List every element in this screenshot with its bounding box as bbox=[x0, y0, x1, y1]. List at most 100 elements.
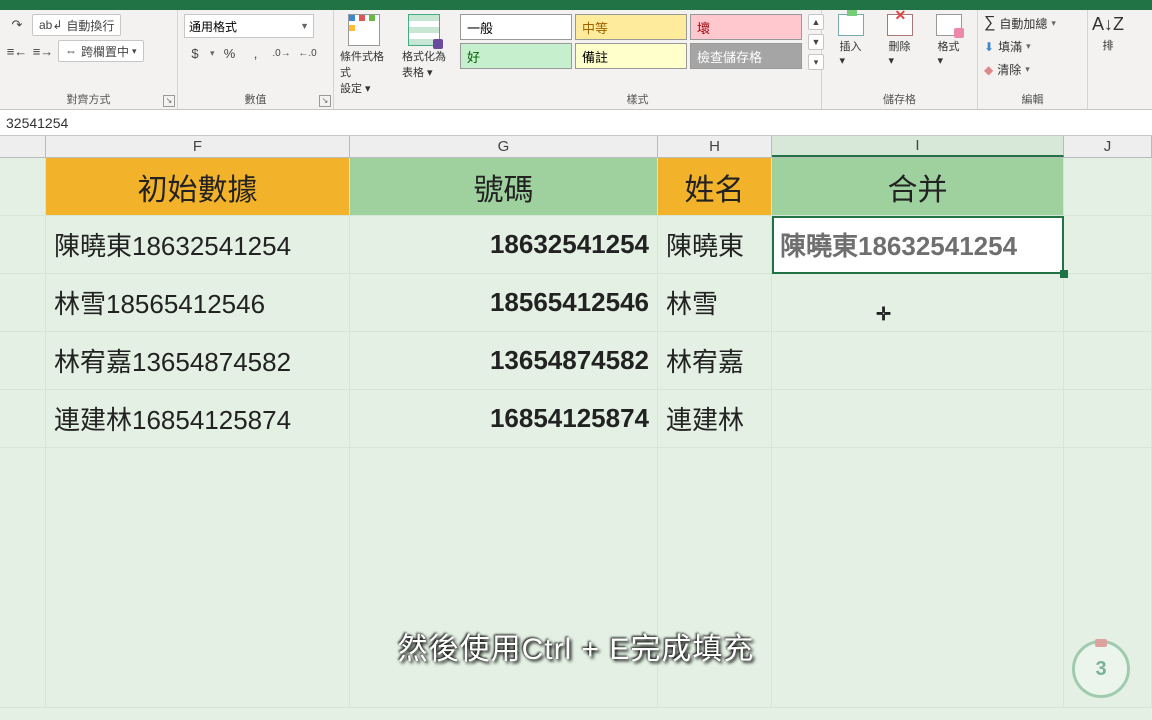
colhead-I[interactable]: I bbox=[772, 136, 1064, 157]
style-note[interactable]: 備註 bbox=[575, 43, 687, 69]
ribbon-label-editing: 編輯 bbox=[984, 88, 1081, 107]
decrease-indent-icon[interactable]: ≡← bbox=[6, 40, 28, 62]
table-row: 林宥嘉13654874582 13654874582 林宥嘉 bbox=[0, 332, 1152, 390]
style-check[interactable]: 檢查儲存格 bbox=[690, 43, 802, 69]
cell-name[interactable]: 陳曉東 bbox=[658, 216, 772, 274]
header-initial[interactable]: 初始數據 bbox=[46, 158, 350, 216]
ribbon-group-sort: A↓Z 排 bbox=[1088, 10, 1118, 109]
alignment-dialog-launcher[interactable]: ↘ bbox=[163, 95, 175, 107]
watermark-badge: 3 bbox=[1072, 640, 1130, 698]
row-gutter[interactable] bbox=[0, 332, 46, 390]
cell-number[interactable]: 18565412546 bbox=[350, 274, 658, 332]
style-normal[interactable]: 一般 bbox=[460, 14, 572, 40]
formula-bar-value: 32541254 bbox=[6, 115, 68, 131]
style-bad[interactable]: 壞 bbox=[690, 14, 802, 40]
cell[interactable] bbox=[1064, 216, 1152, 274]
ribbon-group-cells: 插入▾ 刪除▾ 格式▾ 儲存格 bbox=[822, 10, 978, 109]
ribbon-group-fmtastable: 格式化為表格 ▾ bbox=[394, 10, 454, 109]
fill-handle[interactable] bbox=[1060, 270, 1068, 278]
chevron-down-icon: ▼ bbox=[300, 21, 309, 31]
ribbon-label-alignment: 對齊方式 bbox=[6, 88, 171, 107]
app-menubar bbox=[0, 0, 1152, 10]
row-gutter[interactable] bbox=[0, 216, 46, 274]
conditional-formatting-icon bbox=[348, 14, 380, 46]
cell-name[interactable]: 連建林 bbox=[658, 390, 772, 448]
colhead-H[interactable]: H bbox=[658, 136, 772, 157]
cell-merge[interactable]: 陳曉東18632541254 bbox=[772, 216, 1064, 274]
header-name[interactable]: 姓名 bbox=[658, 158, 772, 216]
format-as-table-button[interactable]: 格式化為表格 ▾ bbox=[400, 14, 448, 80]
cell-number[interactable]: 16854125874 bbox=[350, 390, 658, 448]
row-gutter[interactable] bbox=[0, 274, 46, 332]
format-cells-button[interactable]: 格式▾ bbox=[926, 14, 971, 67]
cell[interactable] bbox=[1064, 274, 1152, 332]
conditional-formatting-button[interactable]: 條件式格式設定 ▾ bbox=[340, 14, 388, 96]
cell-number[interactable]: 18632541254 bbox=[350, 216, 658, 274]
cell-styles-gallery[interactable]: 一般 中等 壞 好 備註 檢查儲存格 bbox=[460, 14, 802, 69]
colhead-J[interactable]: J bbox=[1064, 136, 1152, 157]
empty-rows[interactable] bbox=[0, 448, 1152, 708]
style-good[interactable]: 好 bbox=[460, 43, 572, 69]
number-format-select[interactable]: 通用格式▼ bbox=[184, 14, 314, 38]
delete-cells-icon bbox=[887, 14, 913, 36]
insert-cells-button[interactable]: 插入▾ bbox=[828, 14, 873, 67]
formula-bar[interactable]: 32541254 bbox=[0, 110, 1152, 136]
merge-center-button[interactable]: ⇔跨欄置中▾ bbox=[58, 40, 144, 62]
cell-initial[interactable]: 林宥嘉13654874582 bbox=[46, 332, 350, 390]
colhead-F[interactable]: F bbox=[46, 136, 350, 157]
fill-button[interactable]: ⬇ 填滿 ▾ bbox=[984, 38, 1031, 55]
header-merge[interactable]: 合并 bbox=[772, 158, 1064, 216]
cell-name[interactable]: 林宥嘉 bbox=[658, 332, 772, 390]
increase-indent-icon[interactable]: ≡→ bbox=[32, 40, 54, 62]
increase-decimal-button[interactable]: .0→ bbox=[271, 42, 293, 64]
column-headers: F G H I J bbox=[0, 136, 1152, 158]
ribbon-group-condfmt: 條件式格式設定 ▾ bbox=[334, 10, 394, 109]
cell-merge[interactable] bbox=[772, 332, 1064, 390]
style-neutral[interactable]: 中等 bbox=[575, 14, 687, 40]
video-caption: 然後使用Ctrl + E完成填充 bbox=[398, 624, 755, 668]
format-as-table-icon bbox=[408, 14, 440, 46]
ribbon-group-alignment: ↷ ab↲自動換行 ≡← ≡→ ⇔跨欄置中▾ 對齊方式 ↘ bbox=[0, 10, 178, 109]
currency-button[interactable]: $ bbox=[184, 42, 206, 64]
header-number[interactable]: 號碼 bbox=[350, 158, 658, 216]
cell[interactable] bbox=[1064, 158, 1152, 216]
cell[interactable] bbox=[1064, 390, 1152, 448]
ribbon-label-number: 數值 bbox=[184, 88, 327, 107]
cell-merge[interactable] bbox=[772, 274, 1064, 332]
ribbon-group-styles: 一般 中等 壞 好 備註 檢查儲存格 ▲ ▼ ▾ 樣式 bbox=[454, 10, 822, 109]
sort-filter-button[interactable]: A↓Z 排 bbox=[1094, 14, 1122, 53]
ribbon-label-styles: 樣式 bbox=[460, 88, 815, 107]
table-row: 連建林16854125874 16854125874 連建林 bbox=[0, 390, 1152, 448]
cell-initial[interactable]: 林雪18565412546 bbox=[46, 274, 350, 332]
table-row: 林雪18565412546 18565412546 林雪 bbox=[0, 274, 1152, 332]
decrease-decimal-button[interactable]: ←.0 bbox=[297, 42, 319, 64]
cell-initial[interactable]: 陳曉東18632541254 bbox=[46, 216, 350, 274]
ribbon: ↷ ab↲自動換行 ≡← ≡→ ⇔跨欄置中▾ 對齊方式 ↘ 通用格式▼ $▾ bbox=[0, 10, 1152, 110]
colhead-G[interactable]: G bbox=[350, 136, 658, 157]
cell[interactable] bbox=[1064, 332, 1152, 390]
insert-cells-icon bbox=[838, 14, 864, 36]
cell-number[interactable]: 13654874582 bbox=[350, 332, 658, 390]
table-row: 陳曉東18632541254 18632541254 陳曉東 陳曉東186325… bbox=[0, 216, 1152, 274]
percent-button[interactable]: % bbox=[219, 42, 241, 64]
ribbon-label-cells: 儲存格 bbox=[828, 88, 971, 107]
row-gutter[interactable] bbox=[0, 390, 46, 448]
comma-button[interactable]: , bbox=[245, 42, 267, 64]
autosum-button[interactable]: ∑ 自動加總 ▾ bbox=[984, 14, 1056, 32]
table-header-row: 初始數據 號碼 姓名 合并 bbox=[0, 158, 1152, 216]
ribbon-group-editing: ∑ 自動加總 ▾ ⬇ 填滿 ▾ ◆ 清除 ▾ 編輯 bbox=[978, 10, 1088, 109]
sort-icon: A↓Z bbox=[1092, 14, 1124, 35]
cell-merge[interactable] bbox=[772, 390, 1064, 448]
number-dialog-launcher[interactable]: ↘ bbox=[319, 95, 331, 107]
row-gutter[interactable] bbox=[0, 158, 46, 216]
ribbon-group-number: 通用格式▼ $▾ % , .0→ ←.0 數值 ↘ bbox=[178, 10, 334, 109]
delete-cells-button[interactable]: 刪除▾ bbox=[877, 14, 922, 67]
format-cells-icon bbox=[936, 14, 962, 36]
worksheet[interactable]: F G H I J 初始數據 號碼 姓名 合并 陳曉東18632541254 1… bbox=[0, 136, 1152, 720]
orientation-icon[interactable]: ↷ bbox=[6, 14, 28, 36]
wrap-text-button[interactable]: ab↲自動換行 bbox=[32, 14, 121, 36]
clear-button[interactable]: ◆ 清除 ▾ bbox=[984, 61, 1030, 78]
cell-initial[interactable]: 連建林16854125874 bbox=[46, 390, 350, 448]
select-all-corner[interactable] bbox=[0, 136, 46, 157]
cell-name[interactable]: 林雪 bbox=[658, 274, 772, 332]
